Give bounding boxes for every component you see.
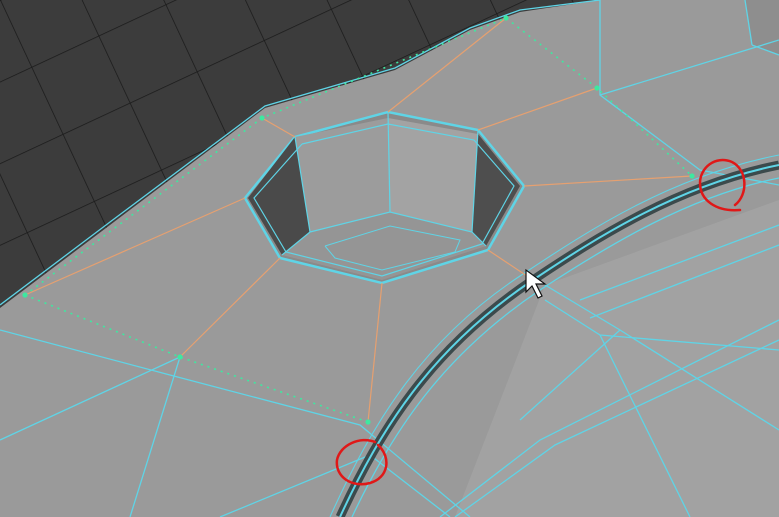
3d-viewport[interactable] [0, 0, 779, 517]
